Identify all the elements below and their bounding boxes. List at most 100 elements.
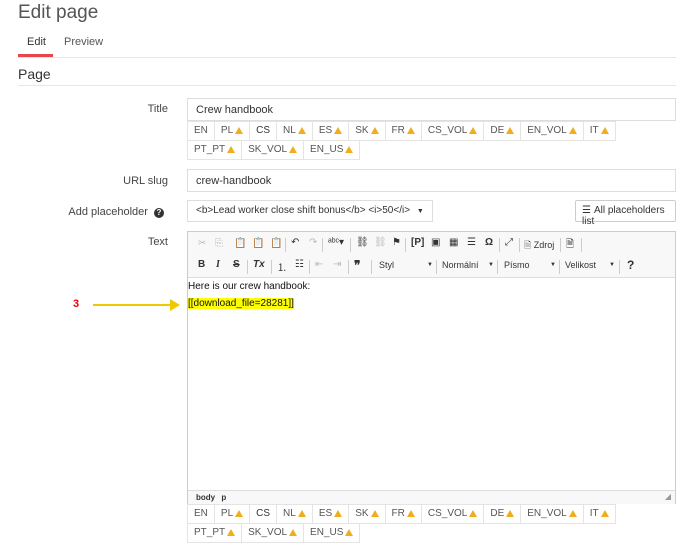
section-divider [18,85,676,86]
remove-format-icon[interactable]: Tx [253,259,265,270]
language-tab-cs_vol[interactable]: CS_VOL [420,121,485,141]
special-char-icon[interactable]: Ω [485,237,493,248]
copy-icon[interactable]: ⎘ [215,238,223,249]
language-tab-en[interactable]: EN [187,504,215,524]
link-icon[interactable]: ⛓ [356,237,369,248]
language-tab-label: CS_VOL [427,508,468,519]
language-tab-it[interactable]: IT [582,121,616,141]
title-label: Title [147,103,168,115]
unlink-icon[interactable]: ⛓ [374,237,387,248]
toolbar-separator [619,260,620,274]
paste-icon[interactable]: 📋 [234,238,246,249]
italic-icon[interactable]: I [216,259,220,270]
language-tab-en_us[interactable]: EN_US [303,140,361,160]
language-tab-pl[interactable]: PL [213,121,251,141]
language-tab-es[interactable]: ES [311,121,350,141]
size-combo[interactable]: Velikost ▼ [565,260,617,274]
maximize-icon[interactable]: ⤢ [505,237,513,248]
styles-combo[interactable]: Styl ▼ [379,260,435,274]
language-tab-pl[interactable]: PL [213,504,251,524]
language-tab-nl[interactable]: NL [276,504,313,524]
bold-icon[interactable]: B [198,259,205,270]
warning-icon [370,510,379,517]
paste-word-icon[interactable]: 📋 [270,238,282,249]
language-tab-sk_vol[interactable]: SK_VOL [241,140,305,160]
format-combo[interactable]: Normální ▼ [442,260,496,274]
toolbar-separator [436,260,437,274]
warning-icon [289,146,298,153]
table-icon[interactable]: ▦ [449,237,458,248]
toolbar-separator [247,260,248,274]
editor-content[interactable]: Here is our crew handbook: [[download_fi… [188,279,310,311]
language-tab-en_vol[interactable]: EN_VOL [520,121,584,141]
paste-text-icon[interactable]: 📋 [252,238,264,249]
resize-handle-icon[interactable]: ◢ [665,492,671,501]
language-tab-label: IT [589,125,599,136]
language-tab-es[interactable]: ES [311,504,350,524]
caret-down-icon: ▼ [550,262,556,268]
source-button[interactable]: 🗎 Zdroj [524,238,554,254]
toolbar-separator [497,260,498,274]
help-icon[interactable]: ? [627,258,634,272]
indent-icon[interactable]: ⇥ [333,259,341,270]
language-tab-label: SK_VOL [248,527,288,538]
download-placeholder: [[download_file=28281]] [188,298,294,309]
language-tab-en_us[interactable]: EN_US [303,523,361,543]
path-body[interactable]: body [196,493,215,502]
outdent-icon[interactable]: ⇤ [315,259,323,270]
font-combo[interactable]: Písmo ▼ [504,260,558,274]
warning-icon [506,127,515,134]
placeholder-label: Add placeholder [68,206,148,218]
caret-down-icon: ▼ [488,262,494,268]
language-tab-cs_vol[interactable]: CS_VOL [420,504,485,524]
templates-icon[interactable]: 🗎 [566,237,574,254]
language-tab-en[interactable]: EN [187,121,215,141]
warning-icon [406,127,415,134]
bullet-list-icon[interactable]: ☷ [295,259,304,270]
tab-edit[interactable]: Edit [27,36,46,48]
path-p[interactable]: p [221,493,226,502]
undo-icon[interactable]: ↶ [291,237,299,248]
tab-preview[interactable]: Preview [64,36,103,48]
warning-icon [334,510,343,517]
language-tab-it[interactable]: IT [582,504,616,524]
warning-icon [235,510,244,517]
image-icon[interactable]: ▣ [431,237,440,248]
anchor-icon[interactable]: ⚑ [392,237,401,248]
language-tab-pt_pt[interactable]: PT_PT [187,140,243,160]
language-tab-label: CS [256,508,271,519]
language-tab-nl[interactable]: NL [276,121,313,141]
title-language-tabs: EN PL CS NL ES SK FR CS_VOL DE EN_VOL IT PT_PT SK_VO… [187,121,667,160]
slug-input[interactable]: crew-handbook [187,169,676,192]
placeholder-select[interactable]: <b>Lead worker close shift bonus</b> <i>… [187,200,433,222]
language-tab-fr[interactable]: FR [384,504,422,524]
language-tab-sk[interactable]: SK [348,121,386,141]
redo-icon[interactable]: ↷ [309,237,317,248]
language-tab-sk[interactable]: SK [348,504,386,524]
placeholder-icon[interactable]: [P] [411,237,424,248]
language-tab-cs[interactable]: CS [249,121,278,141]
numbered-list-icon[interactable]: ⒈ [277,259,287,274]
language-tab-label: SK [355,508,369,519]
title-input[interactable]: Crew handbook [187,98,676,121]
help-icon[interactable]: ? [154,208,164,218]
language-tab-en_vol[interactable]: EN_VOL [520,504,584,524]
caret-down-icon: ▼ [427,262,433,268]
toolbar-separator [285,238,286,252]
language-tab-de[interactable]: DE [483,121,522,141]
language-tab-cs[interactable]: CS [249,504,278,524]
spellcheck-icon[interactable]: ᵃᵇᶜ▾ [328,237,344,248]
warning-icon [227,529,236,536]
language-tab-fr[interactable]: FR [384,121,422,141]
language-tab-pt_pt[interactable]: PT_PT [187,523,243,543]
font-combo-label: Písmo [504,260,530,270]
cut-icon[interactable]: ✂ [198,238,206,249]
all-placeholders-button[interactable]: ☰ All placeholders list [575,200,676,227]
language-tab-sk_vol[interactable]: SK_VOL [241,523,305,543]
language-tab-de[interactable]: DE [483,504,522,524]
toolbar-separator [559,260,560,274]
blockquote-icon[interactable]: ❞ [354,258,360,272]
strikethrough-icon[interactable]: S [233,259,240,270]
annotation-arrow [93,304,175,306]
horizontal-line-icon[interactable]: ☰ [467,237,476,248]
